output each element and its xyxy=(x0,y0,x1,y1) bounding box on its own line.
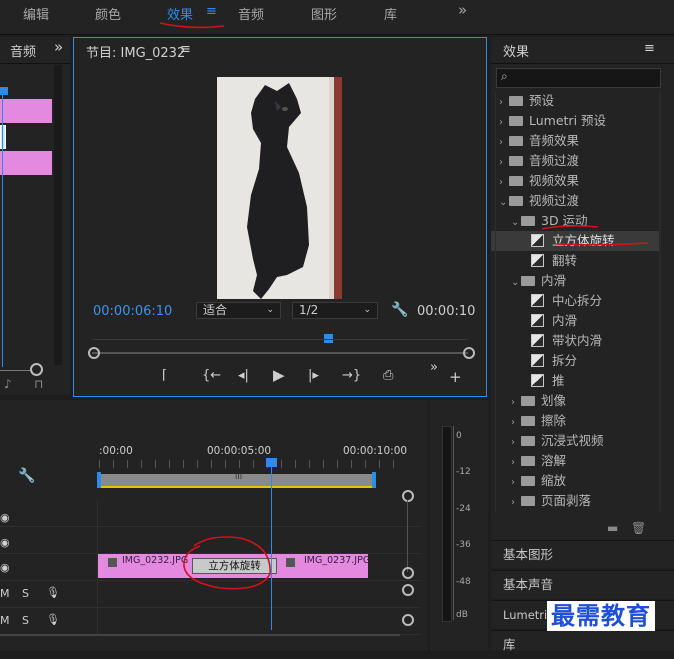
annotation-underline-3d xyxy=(541,225,599,230)
annotation-underline-effects xyxy=(159,22,225,29)
watermark: 最需教育 xyxy=(547,601,655,631)
annotation-underline-cube xyxy=(555,242,649,246)
annotation-circle-transition xyxy=(183,536,271,590)
red-annotations xyxy=(159,22,649,590)
